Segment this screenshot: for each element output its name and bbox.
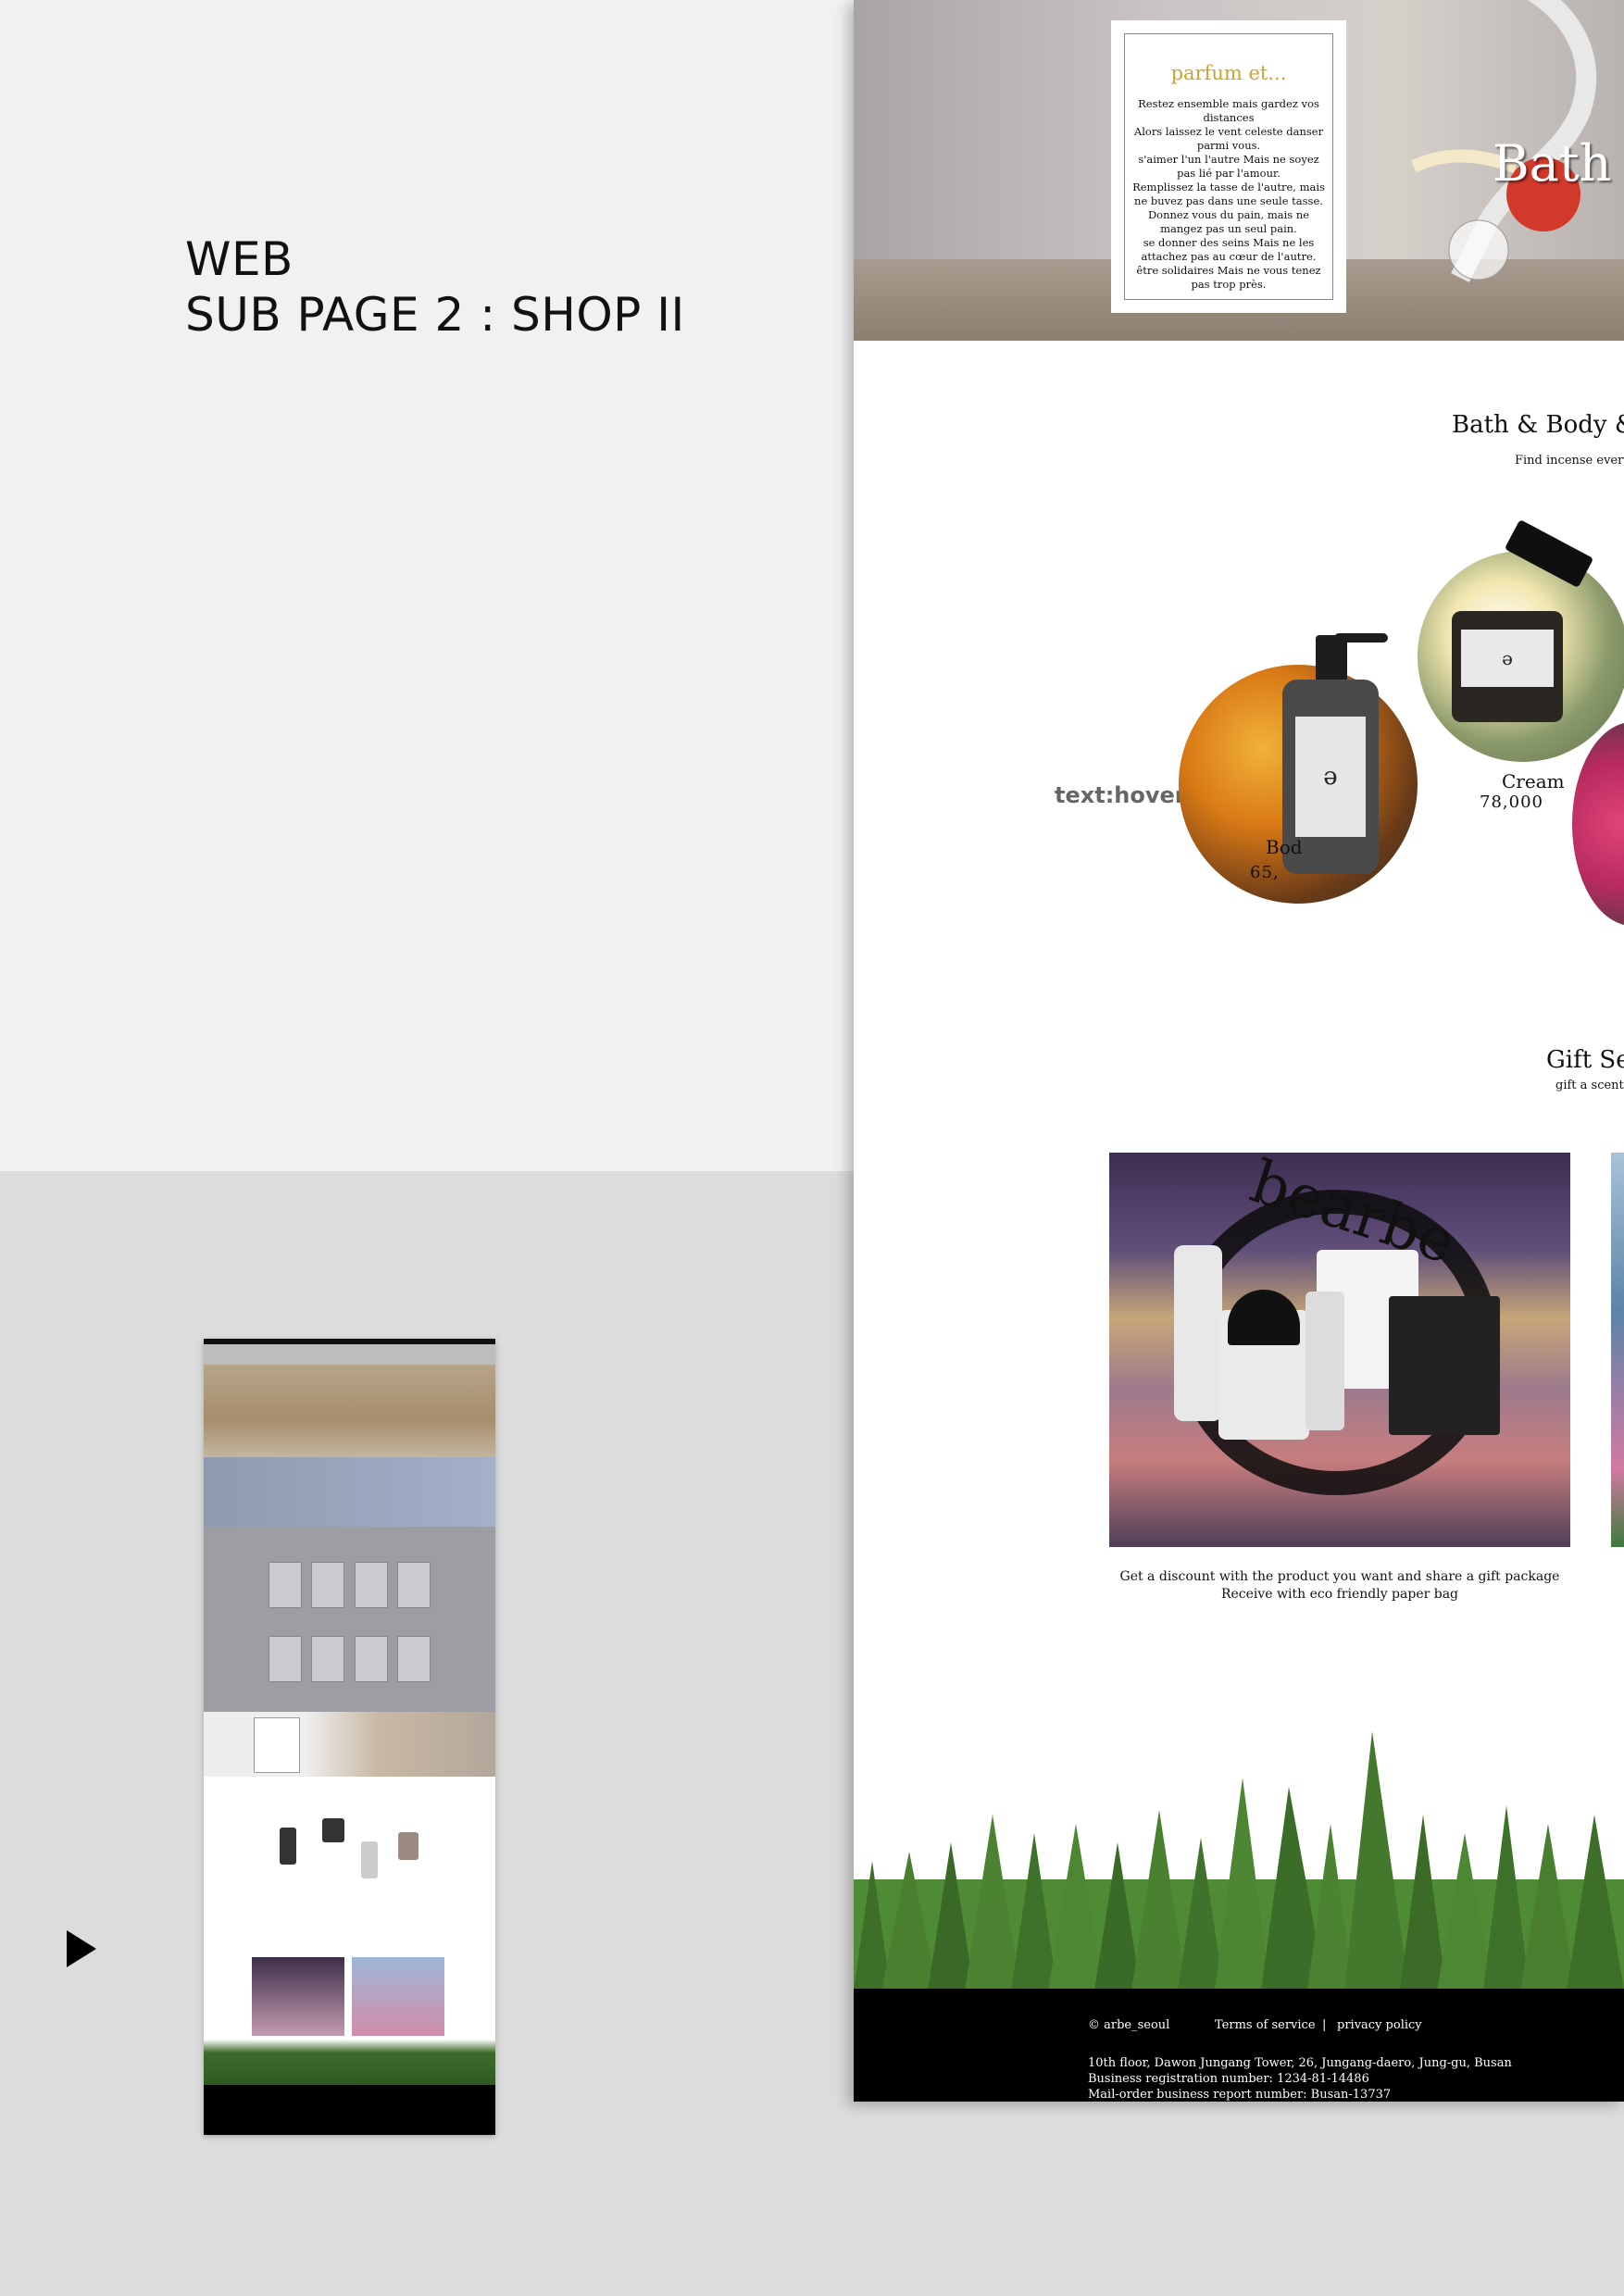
gift-set-subtitle: gift a scent	[1555, 1079, 1624, 1092]
category-subtitle: Find incense every	[1515, 454, 1624, 468]
gift-set-image-2[interactable]	[1611, 1153, 1624, 1547]
forest-image	[854, 1731, 1624, 1990]
thumbnail-product-grid	[204, 1527, 495, 1712]
footer-separator: |	[1322, 2018, 1327, 2032]
play-icon[interactable]	[67, 1930, 96, 1967]
footer-copyright: © arbe_seoul	[1088, 2018, 1170, 2032]
thumbnail-trees	[204, 2031, 495, 2085]
heading-line-1: WEB	[185, 232, 294, 286]
page-preview: Bath & parfum et... Restez ensemble mais…	[854, 0, 1624, 2102]
product-name[interactable]: Cream	[1502, 770, 1565, 792]
privacy-policy-link[interactable]: privacy policy	[1337, 2018, 1422, 2032]
thumbnail-shop-section	[204, 1777, 495, 2036]
thumbnail-hero-image	[204, 1365, 495, 1457]
paper-background-top	[0, 0, 854, 1171]
poem-card: parfum et... Restez ensemble mais gardez…	[1111, 20, 1346, 313]
product-name[interactable]: Bod	[1266, 836, 1303, 858]
product-price: 65,	[1250, 863, 1280, 882]
category-title: Bath & Body &	[1452, 411, 1624, 439]
product-price: 78,000	[1480, 792, 1543, 812]
gift-set-title: Gift Se	[1546, 1046, 1624, 1074]
gift-set-image[interactable]: bearbe	[1109, 1153, 1570, 1547]
flower-product-circle[interactable]	[1572, 722, 1624, 926]
gift-description: Get a discount with the product you want…	[1119, 1569, 1560, 1602]
thumbnail-banner	[204, 1457, 495, 1527]
heading-line-2: SUB PAGE 2 : SHOP II	[185, 288, 685, 342]
banner-title: Bath &	[1493, 134, 1624, 193]
poem-title: parfum et...	[1170, 62, 1287, 84]
presentation-heading: WEB SUB PAGE 2 : SHOP II	[185, 231, 685, 343]
footer-business-info: 10th floor, Dawon Jungang Tower, 26, Jun…	[1088, 2056, 1512, 2102]
page-thumbnail	[204, 1339, 495, 2135]
thumbnail-nav	[204, 1344, 495, 1365]
thumbnail-bath-banner	[204, 1712, 495, 1777]
bath-body-banner: Bath & parfum et... Restez ensemble mais…	[854, 0, 1624, 341]
poem-text: Restez ensemble mais gardez vos distance…	[1132, 97, 1325, 291]
thumbnail-footer	[204, 2085, 495, 2135]
poem-frame: parfum et... Restez ensemble mais gardez…	[1124, 33, 1333, 300]
hover-annotation: text:hover	[1055, 782, 1186, 808]
site-footer: © arbe_seoul Terms of service | privacy …	[854, 1989, 1624, 2102]
cream-jar-image: ǝ	[1452, 518, 1594, 731]
terms-of-service-link[interactable]: Terms of service	[1215, 2018, 1316, 2032]
